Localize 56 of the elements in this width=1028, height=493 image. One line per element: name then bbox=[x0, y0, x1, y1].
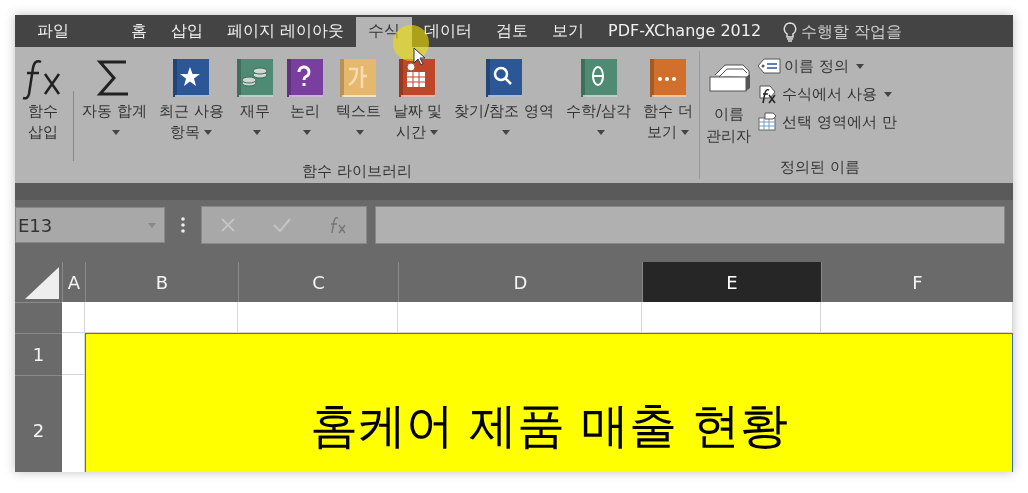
ribbon-small-button[interactable]: 선택 영역에서 만 bbox=[757, 111, 897, 133]
ribbon-button[interactable]: 재무 bbox=[229, 51, 280, 161]
ribbon-button[interactable]: 논리 bbox=[279, 51, 330, 161]
row-header[interactable]: 2 bbox=[15, 375, 62, 472]
ribbon-tab[interactable]: 보기 bbox=[540, 17, 597, 47]
ribbon-tab[interactable]: 검토 bbox=[484, 17, 541, 47]
ribbon-tab[interactable]: 삽입 bbox=[159, 17, 215, 47]
cancel-icon[interactable] bbox=[220, 217, 237, 233]
button-label: 수식에서 사용 bbox=[782, 84, 877, 105]
group-label: 정의된 이름 bbox=[779, 157, 861, 178]
column-header[interactable]: E bbox=[642, 262, 821, 302]
ribbon-tab[interactable]: PDF-XChange 2012 bbox=[596, 17, 774, 47]
ribbon-button[interactable]: 텍스트 bbox=[329, 51, 387, 161]
ribbon-tab[interactable]: 데이터 bbox=[412, 17, 485, 47]
ribbon-button[interactable]: 날짜 및 시간 bbox=[386, 51, 449, 161]
card-box-icon bbox=[706, 61, 751, 95]
table-icon bbox=[757, 112, 779, 132]
checkmark-icon[interactable] bbox=[273, 217, 291, 233]
corner-triangle-icon bbox=[25, 267, 59, 299]
cell[interactable] bbox=[62, 302, 85, 333]
ribbon-button[interactable]: 함수 삽입 bbox=[15, 51, 71, 161]
ribbon-button[interactable]: 수학/삼각 bbox=[560, 51, 638, 161]
lightbulb-icon bbox=[783, 22, 798, 42]
ribbon-small-button[interactable]: 이름 정의 bbox=[757, 55, 897, 77]
vertical-dots-icon[interactable] bbox=[181, 217, 185, 233]
ribbon-button[interactable]: 함수 더 보기 bbox=[637, 51, 699, 161]
ribbon-tab[interactable]: 파일 bbox=[25, 17, 81, 47]
button-label: 선택 영역에서 만 bbox=[782, 112, 897, 133]
cell[interactable] bbox=[642, 302, 821, 333]
ribbon-button[interactable]: 찾기/참조 영역 bbox=[448, 51, 561, 161]
ribbon-button[interactable]: 최근 사용 항목 bbox=[152, 51, 230, 161]
button-label: 이름 정의 bbox=[784, 56, 849, 77]
cell[interactable] bbox=[821, 302, 1013, 333]
ribbon-tab[interactable]: 홈 bbox=[119, 17, 159, 47]
cell[interactable] bbox=[238, 302, 398, 333]
title-cell[interactable]: 홈케어 제품 매출 현황 bbox=[85, 333, 1013, 472]
select-all-corner[interactable] bbox=[15, 262, 62, 302]
cell[interactable] bbox=[62, 375, 85, 472]
tell-me-field[interactable]: 수행할 작업을 bbox=[801, 20, 952, 44]
row-header[interactable]: 1 bbox=[15, 333, 62, 375]
column-header[interactable]: F bbox=[821, 262, 1013, 302]
dropdown-caret-icon bbox=[148, 222, 156, 228]
ribbon-tab[interactable]: 페이지 레이아웃 bbox=[215, 17, 357, 47]
ribbon-small-button[interactable]: 수식에서 사용 bbox=[757, 83, 897, 105]
formula-tag-icon bbox=[757, 84, 779, 104]
ribbon-tab[interactable]: 수식 bbox=[356, 17, 413, 47]
formula-input[interactable] bbox=[375, 206, 1005, 244]
name-box[interactable]: E13 bbox=[15, 207, 165, 243]
ribbon-button[interactable]: 자동 합계 bbox=[76, 51, 153, 161]
cell[interactable] bbox=[398, 302, 642, 333]
name-manager-button[interactable]: 이름 관리자 bbox=[700, 47, 757, 157]
cell[interactable] bbox=[62, 333, 85, 375]
cell[interactable] bbox=[85, 302, 238, 333]
mouse-pointer-icon bbox=[413, 47, 427, 67]
group-label: 함수 라이브러리 bbox=[301, 161, 413, 182]
tag-icon bbox=[757, 58, 781, 74]
